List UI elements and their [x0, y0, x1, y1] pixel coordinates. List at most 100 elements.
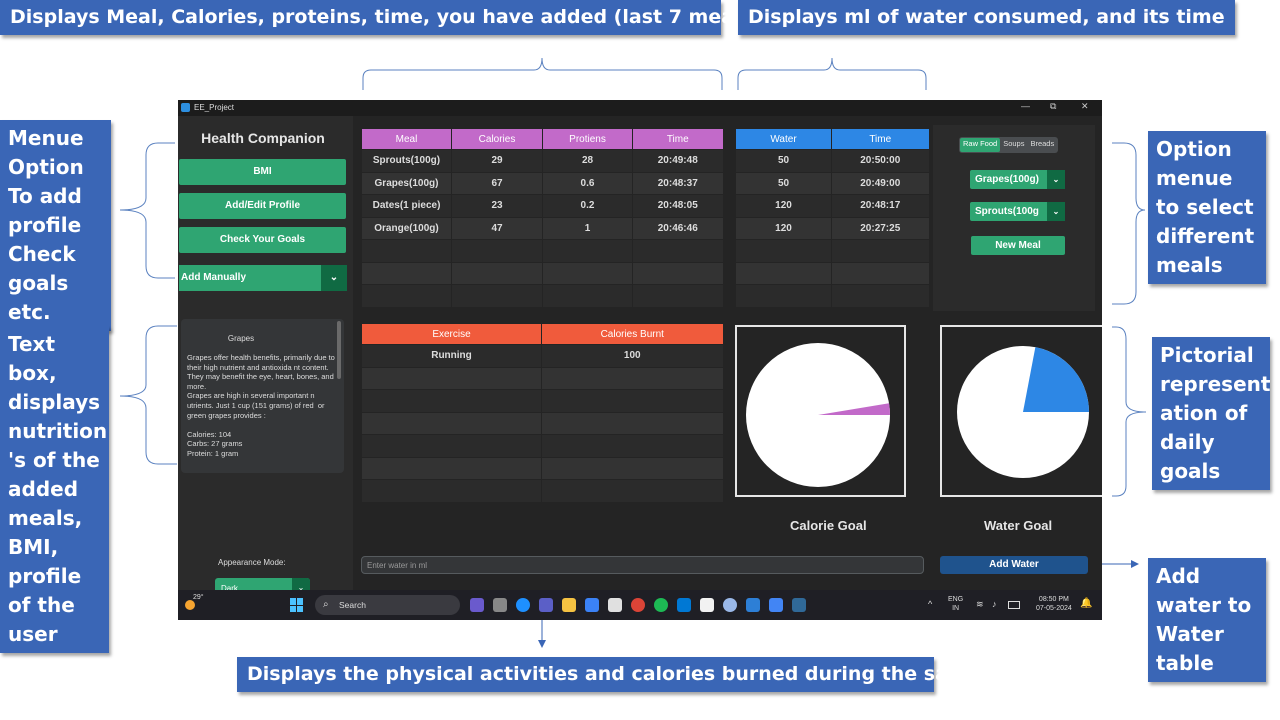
language-label: ENG: [948, 596, 964, 603]
add-manually-label: Add Manually: [181, 272, 247, 283]
meal-table: Meal Calories Protiens Time Sprouts(100g…: [361, 129, 723, 308]
wifi-icon[interactable]: ≋: [976, 599, 984, 610]
water-time-cell: 20:50:00: [831, 149, 929, 173]
tab-raw-food[interactable]: Raw Food: [960, 138, 1001, 152]
water-time-header: Time: [831, 129, 929, 150]
table-row: [361, 284, 723, 308]
weather-temp: 29°: [193, 594, 204, 601]
check-goals-button[interactable]: Check Your Goals: [179, 227, 346, 253]
time-header: Time: [632, 129, 723, 150]
proteins-cell: 0.2: [542, 194, 633, 218]
document-icon[interactable]: [700, 598, 714, 612]
proteins-cell: 1: [542, 217, 633, 240]
time-cell: 20:48:37: [632, 172, 723, 195]
proteins-cell: 0.6: [542, 172, 633, 195]
notification-icon[interactable]: 🔔: [1080, 598, 1092, 609]
new-meal-button[interactable]: New Meal: [971, 236, 1065, 255]
app-icon[interactable]: [769, 598, 783, 612]
meal-category-tabs: Raw Food Soups Breads: [959, 137, 1059, 153]
edge-icon[interactable]: [516, 598, 530, 612]
clock[interactable]: 08:50 PM 07-05-2024: [1036, 595, 1072, 613]
maximize-button[interactable]: ⧉: [1050, 101, 1056, 112]
table-row: Sprouts(100g) 29 28 20:49:48: [361, 149, 723, 173]
water-cell: 120: [735, 194, 832, 218]
nutrition-info-body: Grapes offer health benefits, primarily …: [187, 353, 335, 458]
chevron-up-icon[interactable]: ^: [928, 599, 932, 609]
water-time-cell: 20:49:00: [831, 172, 929, 195]
second-meal-dropdown[interactable]: Sprouts(100g ⌄: [970, 202, 1065, 221]
table-row: [361, 367, 723, 390]
app-icon[interactable]: [746, 598, 760, 612]
taskbar: 29° ⌕ Search ^ ENG IN ≋ ♪ 08:50 PM 07-05…: [178, 590, 1102, 620]
clock-date: 07-05-2024: [1036, 605, 1072, 612]
chrome-icon[interactable]: [631, 598, 645, 612]
table-row: [735, 284, 929, 308]
proteins-cell: 28: [542, 149, 633, 173]
taskbar-search[interactable]: ⌕ Search: [315, 595, 460, 615]
raw-food-dropdown-value: Grapes(100g): [975, 174, 1039, 185]
nutrition-info-textbox[interactable]: Grapes Grapes offer health benefits, pri…: [181, 319, 344, 473]
table-row: 120 20:48:17: [735, 194, 929, 218]
weather-icon[interactable]: [185, 600, 195, 610]
add-water-button[interactable]: Add Water: [940, 556, 1088, 574]
minimize-button[interactable]: —: [1021, 101, 1030, 111]
table-row: [361, 457, 723, 480]
calories-burnt-header: Calories Burnt: [541, 324, 723, 345]
copilot-icon[interactable]: [470, 598, 484, 612]
mail-icon[interactable]: [585, 598, 599, 612]
sidebar-title: Health Companion: [201, 130, 325, 146]
textbox-scrollbar[interactable]: [337, 321, 341, 379]
water-goal-label: Water Goal: [984, 518, 1053, 533]
region-label: IN: [952, 605, 960, 612]
teams-icon[interactable]: [539, 598, 553, 612]
chevron-down-icon[interactable]: ⌄: [1047, 170, 1065, 189]
table-row: [361, 434, 723, 458]
calories-cell: 67: [451, 172, 543, 195]
calorie-goal-chart: [735, 325, 906, 497]
vscode-icon[interactable]: [677, 598, 691, 612]
app-icon[interactable]: [723, 598, 737, 612]
table-row: [361, 412, 723, 435]
time-cell: 20:48:05: [632, 194, 723, 218]
windows-start-icon[interactable]: [290, 598, 304, 612]
calories-cell: 47: [451, 217, 543, 240]
appearance-mode-label: Appearance Mode:: [218, 558, 286, 567]
python-icon[interactable]: [792, 598, 806, 612]
chevron-down-icon[interactable]: ⌄: [1047, 202, 1065, 221]
water-goal-chart: [940, 325, 1102, 497]
calorie-goal-label: Calorie Goal: [790, 518, 867, 533]
table-row: Grapes(100g) 67 0.6 20:48:37: [361, 172, 723, 195]
file-explorer-icon[interactable]: [562, 598, 576, 612]
calories-header: Calories: [451, 129, 543, 150]
close-button[interactable]: ✕: [1081, 101, 1089, 112]
exercise-table: Exercise Calories Burnt Running 100: [361, 324, 723, 503]
chevron-down-icon[interactable]: ⌄: [321, 265, 347, 291]
task-view-icon[interactable]: [493, 598, 507, 612]
water-cell: 50: [735, 149, 832, 173]
clock-time: 08:50 PM: [1038, 596, 1069, 603]
meal-header: Meal: [361, 129, 452, 150]
calories-burnt-cell: 100: [541, 344, 723, 368]
sidebar: Health Companion BMI Add/Edit Profile Ch…: [178, 116, 353, 598]
tab-breads[interactable]: Breads: [1027, 138, 1057, 152]
time-cell: 20:49:48: [632, 149, 723, 173]
language-indicator[interactable]: ENG IN: [948, 595, 963, 613]
add-manually-dropdown[interactable]: Add Manually ⌄: [179, 265, 347, 291]
bmi-button[interactable]: BMI: [179, 159, 346, 185]
tab-soups[interactable]: Soups: [1000, 138, 1027, 152]
table-row: Dates(1 piece) 23 0.2 20:48:05: [361, 194, 723, 218]
add-edit-profile-button[interactable]: Add/Edit Profile: [179, 193, 346, 219]
water-input[interactable]: Enter water in ml: [361, 556, 924, 574]
spotify-icon[interactable]: [654, 598, 668, 612]
water-header: Water: [735, 129, 832, 150]
title-bar: EE_Project — ⧉ ✕: [178, 100, 1102, 116]
store-icon[interactable]: [608, 598, 622, 612]
meal-cell: Grapes(100g): [361, 172, 452, 195]
volume-icon[interactable]: ♪: [992, 599, 997, 609]
table-row: 120 20:27:25: [735, 217, 929, 240]
raw-food-dropdown[interactable]: Grapes(100g) ⌄: [970, 170, 1065, 189]
water-time-cell: 20:27:25: [831, 217, 929, 240]
meal-cell: Sprouts(100g): [361, 149, 452, 173]
app-window: EE_Project — ⧉ ✕ Health Companion BMI Ad…: [178, 100, 1102, 620]
battery-icon[interactable]: [1008, 601, 1020, 609]
